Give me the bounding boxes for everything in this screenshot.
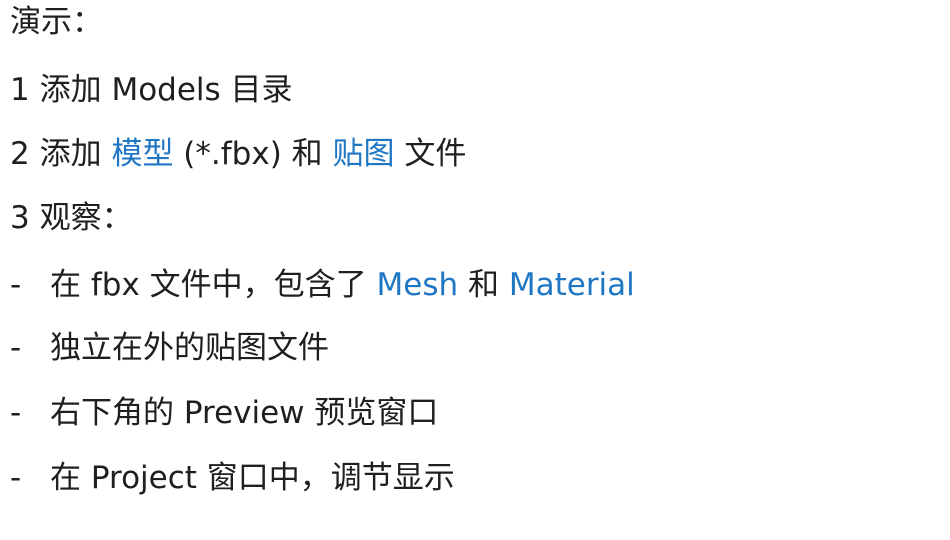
bullet-item: -在 fbx 文件中，包含了 Mesh 和 Material	[10, 265, 635, 305]
bullet-text-pre: 在 fbx 文件中，包含了	[50, 267, 377, 303]
step-number: 3	[10, 200, 30, 236]
step-text: 观察：	[39, 200, 133, 236]
highlight-texture: 贴图	[332, 136, 395, 172]
bullet-text: 右下角的 Preview 预览窗口	[50, 395, 439, 431]
bullet-text-mid: 和	[458, 267, 509, 303]
bullet-dash: -	[10, 460, 22, 496]
highlight-mesh: Mesh	[376, 267, 459, 303]
bullet-dash: -	[10, 267, 22, 303]
bullet-item: - 独立在外的贴图文件	[10, 328, 329, 368]
step-3: 3 观察：	[10, 198, 133, 238]
bullet-text: 在 Project 窗口中，调节显示	[50, 460, 455, 496]
step-text-post: 文件	[394, 136, 467, 172]
step-text: 添加 Models 目录	[39, 72, 293, 108]
bullet-dash: -	[10, 395, 22, 431]
bullet-item: - 右下角的 Preview 预览窗口	[10, 393, 438, 433]
bullet-item: -在 Project 窗口中，调节显示	[10, 458, 455, 498]
step-text-pre: 添加	[39, 136, 112, 172]
step-2: 2 添加 模型 (*.fbx) 和 贴图 文件	[10, 134, 466, 174]
highlight-model: 模型	[111, 136, 174, 172]
step-1: 1 添加 Models 目录	[10, 70, 293, 110]
step-number: 2	[10, 136, 30, 172]
step-text-mid: (*.fbx) 和	[173, 136, 333, 172]
step-number: 1	[10, 72, 30, 108]
heading: 演示：	[10, 4, 103, 40]
bullet-dash: -	[10, 330, 22, 366]
bullet-text: 独立在外的贴图文件	[50, 330, 329, 366]
highlight-material: Material	[508, 267, 635, 303]
